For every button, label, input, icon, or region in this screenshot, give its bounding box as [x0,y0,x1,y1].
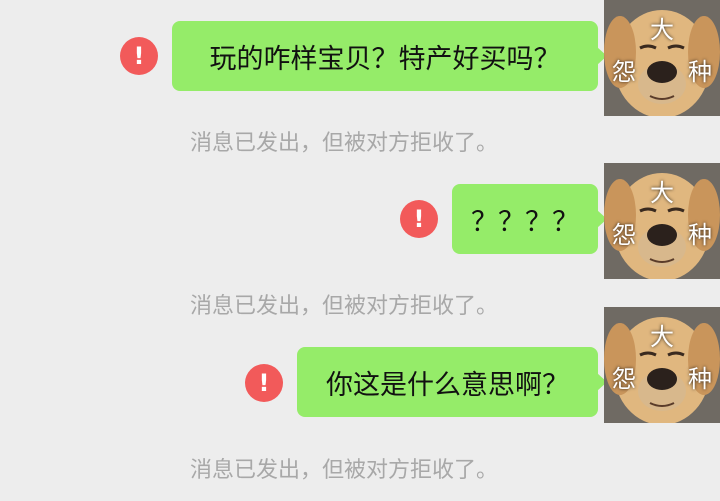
avatar-caption-left: 怨 [612,221,636,249]
avatar[interactable]: 大 怨 种 [604,307,720,423]
message-row: ! 玩的咋样宝贝？特产好买吗？ 大 怨 种 消息已发出，但被对方拒收了。 [0,0,720,156]
avatar-caption-top: 大 [650,179,674,207]
send-failed-icon[interactable]: ! [245,364,283,402]
avatar-caption-top: 大 [650,323,674,351]
avatar-caption-left: 怨 [612,365,636,393]
avatar-caption-right: 种 [688,365,712,393]
message-row: ! ？？？？ 大 怨 种 消息已发出，但被对方拒收了。 [0,163,720,319]
message-bubble[interactable]: ？？？？ [452,184,607,254]
message-bubble[interactable]: 你这是什么意思啊？ [297,347,607,417]
avatar-caption-right: 种 [688,58,712,86]
avatar[interactable]: 大 怨 种 [604,163,720,279]
rejected-notice: 消息已发出，但被对方拒收了。 [190,131,499,156]
message-bubble[interactable]: 玩的咋样宝贝？特产好买吗？ [172,21,607,91]
message-row: ! 你这是什么意思啊？ 大 怨 种 消息已发出，但被对方拒收了。 [0,307,720,483]
avatar-caption-top: 大 [650,16,674,44]
avatar-caption-right: 种 [688,221,712,249]
send-failed-icon[interactable]: ! [120,37,158,75]
send-failed-icon[interactable]: ! [400,200,438,238]
avatar[interactable]: 大 怨 种 [604,0,720,116]
rejected-notice: 消息已发出，但被对方拒收了。 [190,458,499,483]
avatar-caption-left: 怨 [612,58,636,86]
